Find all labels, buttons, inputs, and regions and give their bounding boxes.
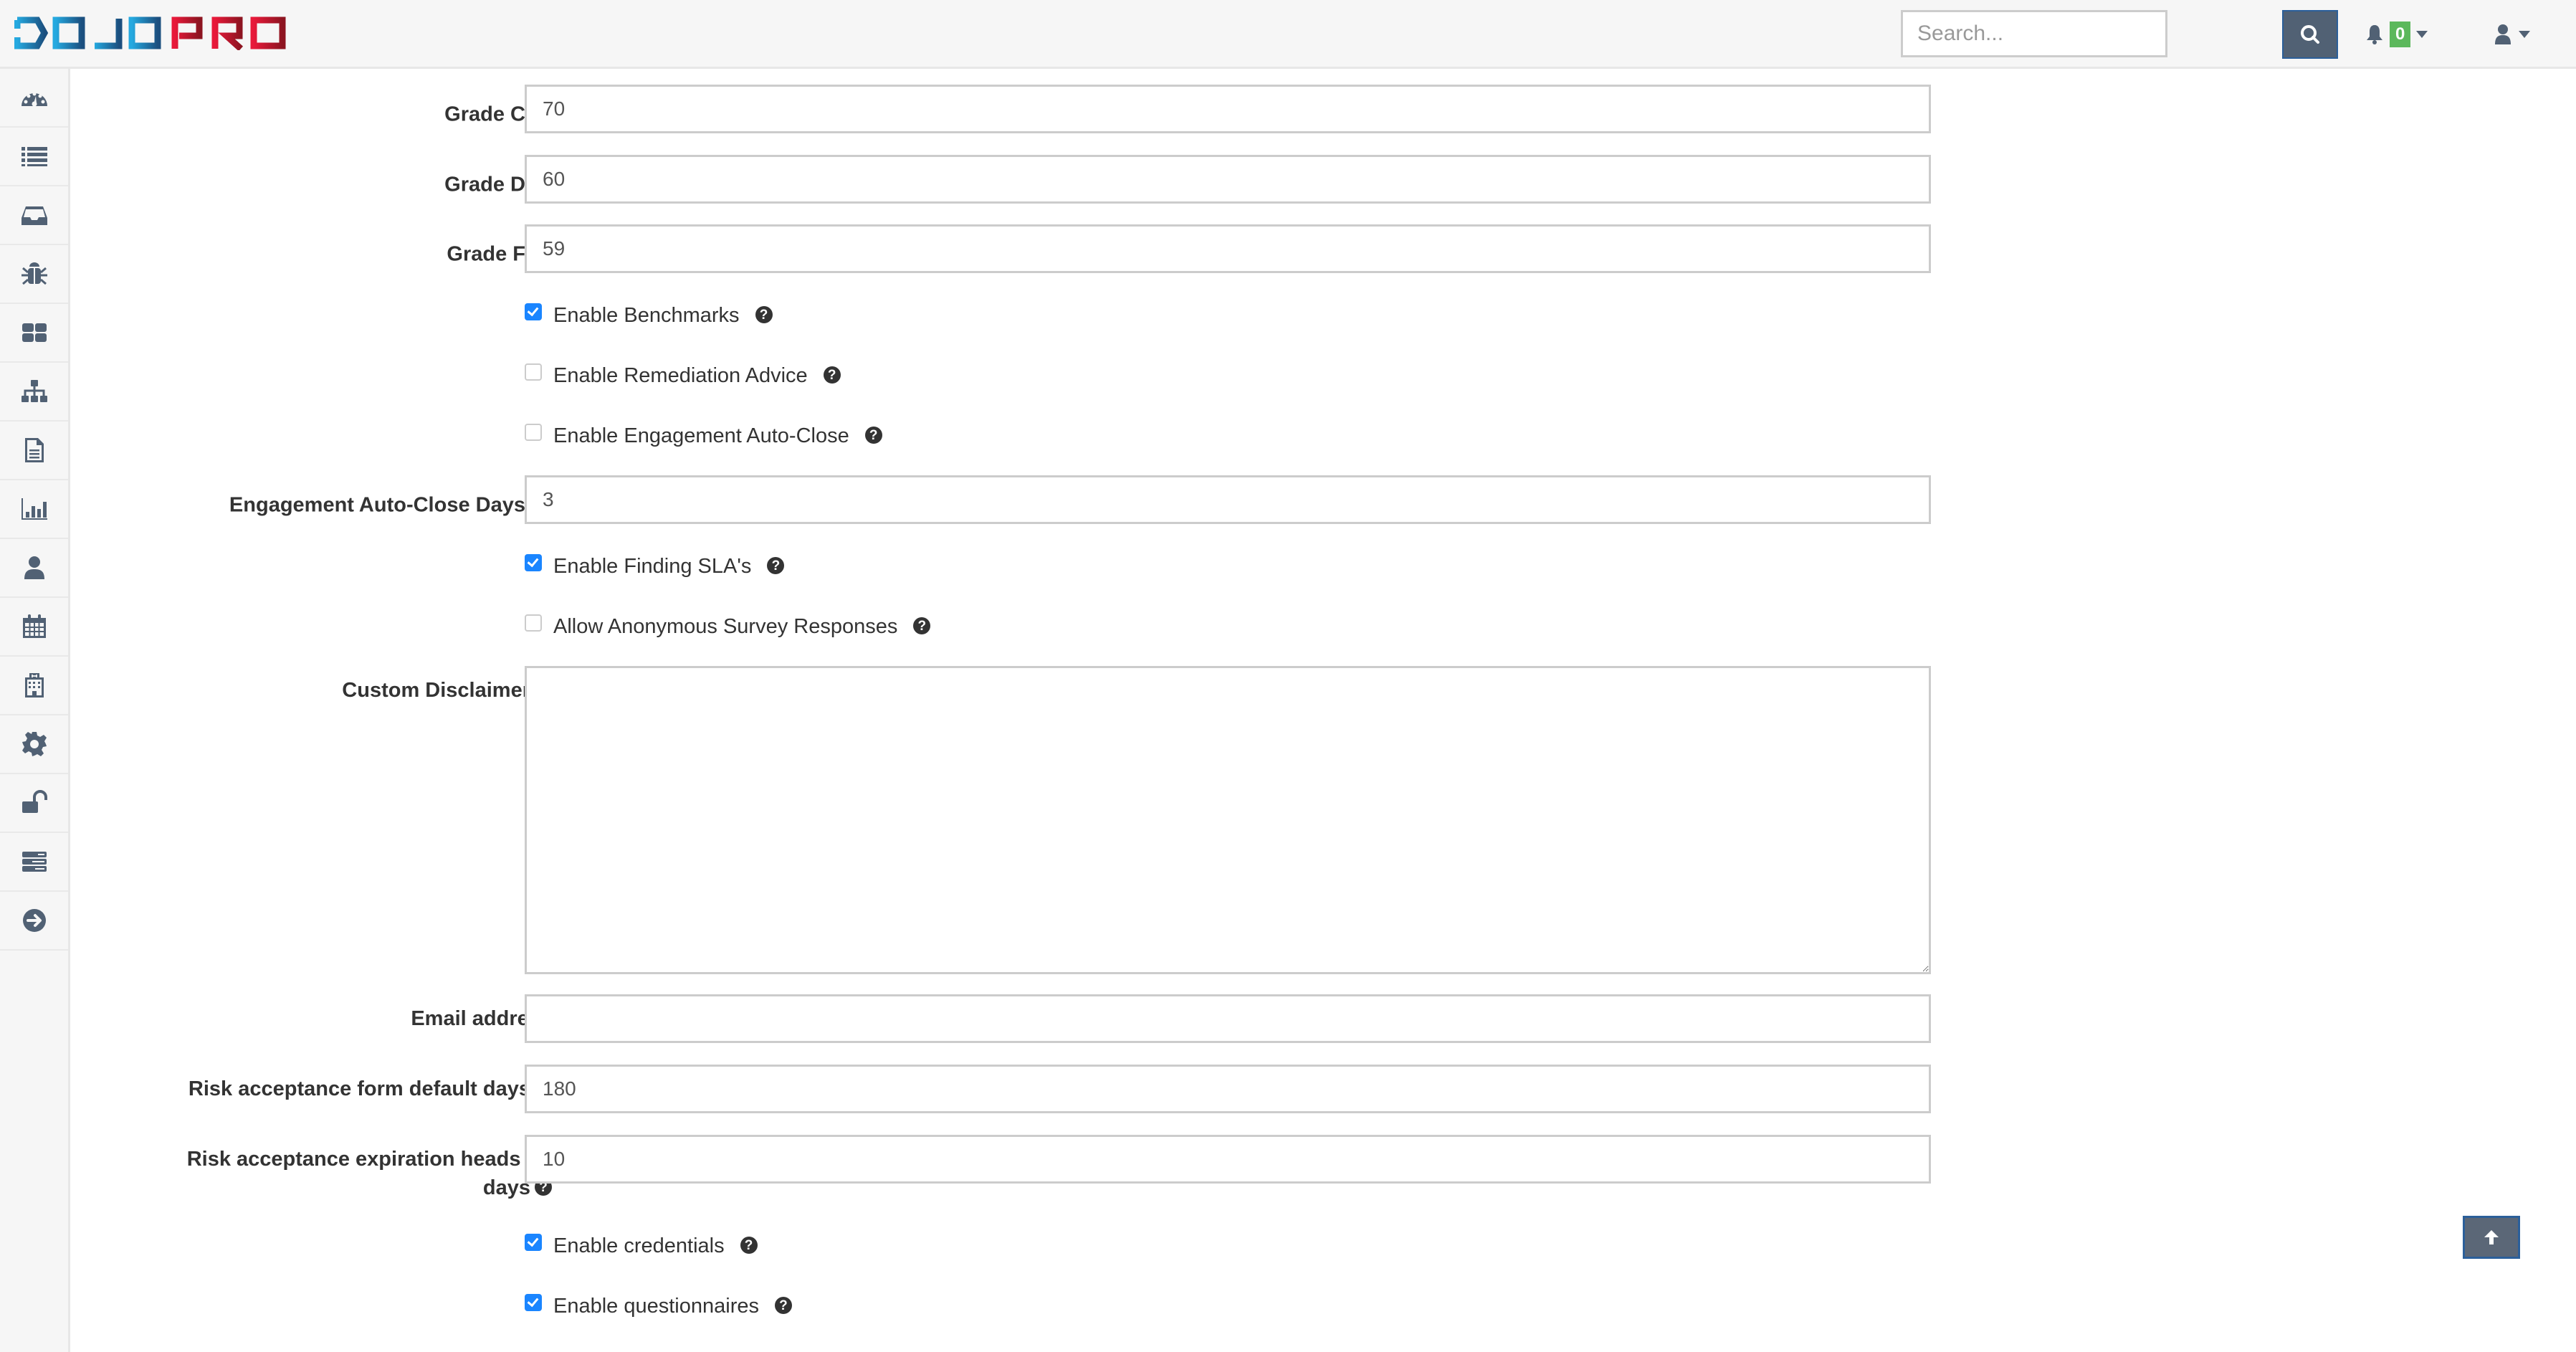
search-input[interactable]: [1901, 10, 2167, 57]
document-icon: [24, 438, 44, 462]
sidebar: [0, 69, 70, 1352]
inbox-icon: [21, 206, 47, 225]
risk-acceptance-heads-up-label: Risk acceptance expiration heads up days?: [186, 1148, 552, 1199]
sidebar-item-permissions[interactable]: [0, 774, 68, 833]
enable-finding-sla-checkbox[interactable]: Enable Finding SLA's?: [525, 553, 785, 579]
user-icon: [24, 556, 44, 579]
sitemap-icon: [21, 380, 47, 402]
custom-disclaimer-label: Custom Disclaimer?: [342, 676, 552, 705]
engagement-auto-close-days-input[interactable]: [525, 475, 1931, 524]
checkbox-checked[interactable]: [525, 1233, 542, 1251]
sidebar-item-products[interactable]: [0, 363, 68, 422]
calendar-icon: [22, 614, 46, 638]
notification-count-badge: 0: [2390, 22, 2411, 47]
email-address-input[interactable]: [525, 994, 1931, 1043]
bell-icon: [2367, 25, 2382, 44]
grade-c-input[interactable]: [525, 85, 1931, 133]
dojo-pro-logo[interactable]: [14, 16, 287, 52]
engagement-auto-close-days-label: Engagement Auto-Close Days*?: [229, 485, 552, 520]
dashboard-icon: [21, 92, 47, 107]
gear-icon: [22, 732, 47, 756]
sidebar-item-findings[interactable]: [0, 245, 68, 304]
sidebar-item-organizations[interactable]: [0, 657, 68, 715]
user-menu-dropdown[interactable]: [2494, 20, 2530, 49]
sidebar-item-users[interactable]: [0, 539, 68, 598]
sidebar-item-logout[interactable]: [0, 892, 68, 951]
enable-benchmarks-label: Enable Benchmarks: [553, 304, 740, 327]
enable-engagement-auto-close-checkbox[interactable]: Enable Engagement Auto-Close?: [525, 423, 882, 448]
enable-remediation-advice-checkbox[interactable]: Enable Remediation Advice?: [525, 363, 841, 388]
checkbox-checked[interactable]: [525, 1293, 542, 1311]
enable-questionnaires-label: Enable questionnaires: [553, 1295, 759, 1318]
checkbox-unchecked[interactable]: [525, 423, 542, 441]
hospital-icon: [24, 673, 44, 698]
server-icon: [22, 852, 47, 872]
enable-benchmarks-checkbox[interactable]: Enable Benchmarks?: [525, 303, 773, 328]
bar-chart-icon: [21, 498, 47, 520]
enable-questionnaires-checkbox[interactable]: Enable questionnaires?: [525, 1293, 792, 1318]
enable-finding-sla-label: Enable Finding SLA's: [553, 555, 752, 578]
grade-d-input[interactable]: [525, 155, 1931, 204]
user-icon: [2495, 24, 2511, 44]
checkbox-checked[interactable]: [525, 553, 542, 571]
risk-acceptance-default-days-input[interactable]: [525, 1065, 1931, 1113]
help-icon[interactable]: ?: [864, 426, 882, 444]
chevron-down-icon: [2416, 31, 2428, 38]
scroll-to-top-button[interactable]: [2463, 1216, 2520, 1259]
sidebar-item-inbox[interactable]: [0, 186, 68, 245]
bug-icon: [21, 262, 47, 285]
help-icon[interactable]: ?: [740, 1236, 758, 1254]
enable-credentials-label: Enable credentials: [553, 1234, 725, 1257]
sidebar-item-reports[interactable]: [0, 422, 68, 480]
grid-icon: [22, 323, 47, 342]
help-icon[interactable]: ?: [755, 305, 773, 323]
checkbox-unchecked[interactable]: [525, 363, 542, 381]
notifications-dropdown[interactable]: 0: [2365, 20, 2428, 49]
chevron-down-icon: [2519, 31, 2530, 38]
checkbox-checked[interactable]: [525, 303, 542, 320]
sidebar-item-configuration[interactable]: [0, 715, 68, 774]
unlock-icon: [22, 790, 47, 813]
help-icon[interactable]: ?: [823, 366, 841, 384]
search-icon: [2301, 25, 2319, 44]
list-icon: [21, 147, 47, 166]
sidebar-item-metrics[interactable]: [0, 480, 68, 539]
arrow-up-icon: [2484, 1230, 2499, 1244]
top-navbar: 0: [0, 0, 2576, 69]
search-button[interactable]: [2282, 10, 2338, 59]
enable-engagement-auto-close-label: Enable Engagement Auto-Close: [553, 424, 849, 447]
sidebar-item-components[interactable]: [0, 304, 68, 363]
sidebar-item-dashboard[interactable]: [0, 69, 68, 128]
enable-credentials-checkbox[interactable]: Enable credentials?: [525, 1233, 758, 1258]
grade-f-input[interactable]: [525, 224, 1931, 273]
checkbox-unchecked[interactable]: [525, 614, 542, 632]
sidebar-item-tools[interactable]: [0, 833, 68, 892]
enable-remediation-advice-label: Enable Remediation Advice: [553, 364, 808, 387]
allow-anonymous-survey-label: Allow Anonymous Survey Responses: [553, 615, 898, 638]
sidebar-item-list[interactable]: [0, 128, 68, 186]
risk-acceptance-heads-up-input[interactable]: [525, 1135, 1931, 1184]
help-icon[interactable]: ?: [774, 1296, 792, 1314]
allow-anonymous-survey-checkbox[interactable]: Allow Anonymous Survey Responses?: [525, 614, 931, 639]
sidebar-item-calendar[interactable]: [0, 598, 68, 657]
custom-disclaimer-textarea[interactable]: [525, 666, 1931, 974]
help-icon[interactable]: ?: [913, 617, 931, 634]
arrow-circle-right-icon: [22, 909, 46, 932]
help-icon[interactable]: ?: [767, 556, 785, 574]
risk-acceptance-default-days-label: Risk acceptance form default days?: [189, 1075, 552, 1103]
